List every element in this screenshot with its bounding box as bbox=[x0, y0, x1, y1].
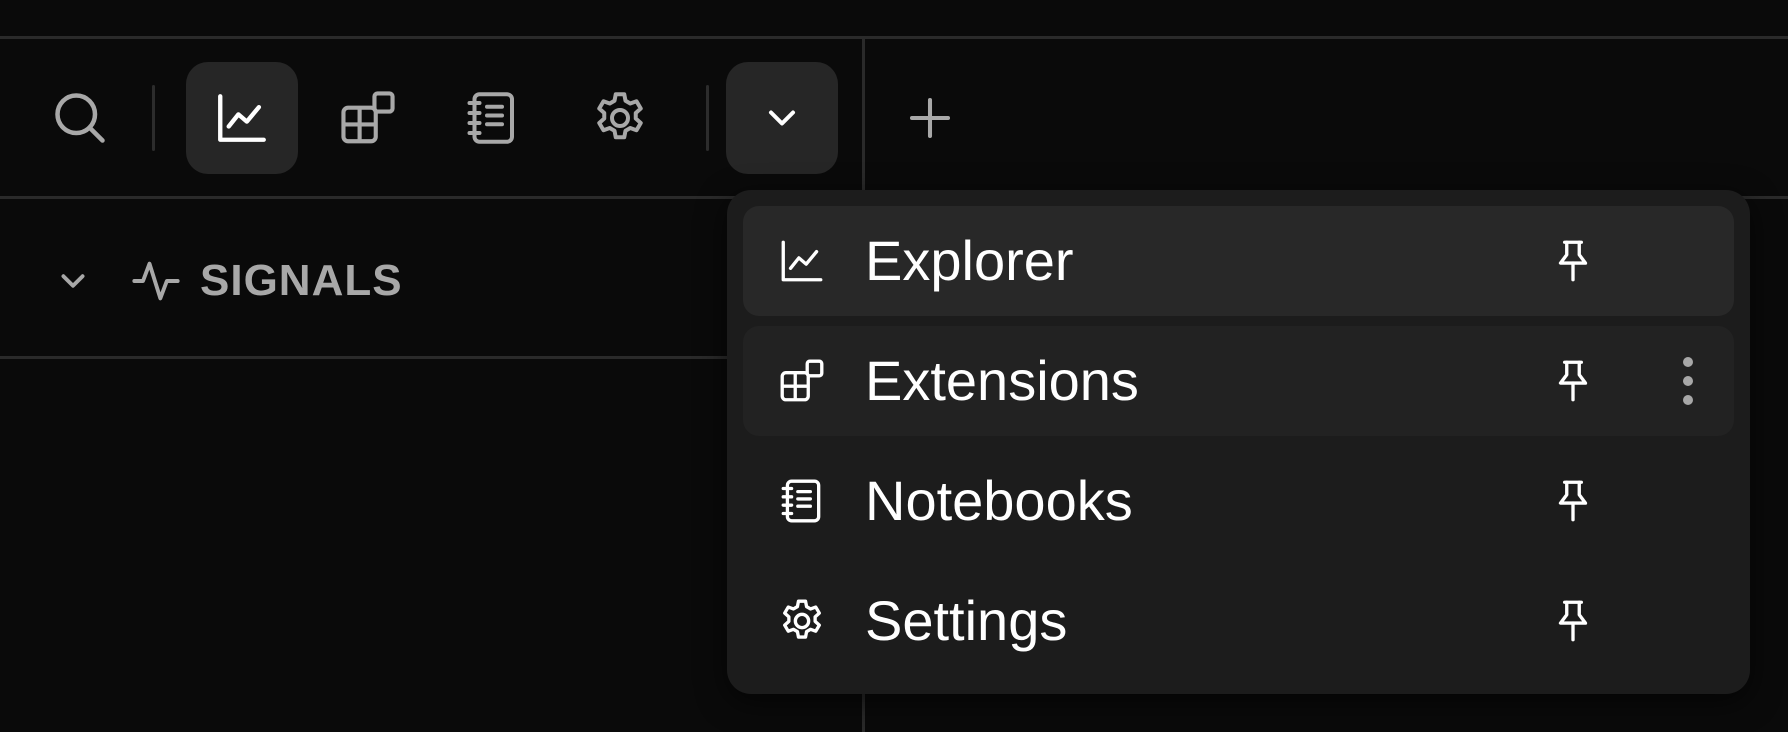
toolbar-separator bbox=[152, 85, 155, 151]
chevron-down-icon[interactable] bbox=[50, 258, 96, 304]
explorer-tab-button[interactable] bbox=[186, 62, 298, 174]
toolbar-separator bbox=[706, 85, 709, 151]
notebooks-tab-button[interactable] bbox=[436, 62, 548, 174]
activity-icon bbox=[130, 255, 182, 307]
menu-item-label: Notebooks bbox=[865, 469, 1133, 532]
menu-item-label: Extensions bbox=[865, 349, 1139, 412]
add-tab-button[interactable] bbox=[874, 62, 986, 174]
gear-icon bbox=[777, 596, 827, 646]
extensions-icon bbox=[337, 87, 399, 149]
top-divider bbox=[0, 36, 1788, 39]
search-icon bbox=[50, 88, 110, 148]
signals-section-header[interactable]: SIGNALS bbox=[50, 248, 403, 314]
notebook-icon bbox=[462, 88, 522, 148]
extensions-tab-button[interactable] bbox=[312, 62, 424, 174]
menu-item-extensions[interactable]: Extensions bbox=[743, 326, 1734, 436]
menu-item-settings[interactable]: Settings bbox=[743, 566, 1734, 676]
more-vertical-icon[interactable] bbox=[1673, 354, 1703, 408]
search-button[interactable] bbox=[24, 62, 136, 174]
menu-item-label: Settings bbox=[865, 589, 1068, 652]
menu-item-notebooks[interactable]: Notebooks bbox=[743, 446, 1734, 556]
pin-icon[interactable] bbox=[1548, 596, 1598, 646]
menu-item-label: Explorer bbox=[865, 229, 1074, 292]
more-tabs-dropdown-button[interactable] bbox=[726, 62, 838, 174]
pin-icon[interactable] bbox=[1548, 236, 1598, 286]
pin-icon[interactable] bbox=[1548, 476, 1598, 526]
pin-icon[interactable] bbox=[1548, 356, 1598, 406]
settings-tab-button[interactable] bbox=[564, 62, 676, 174]
tabs-dropdown-menu: Explorer Extensions Notebooks Settings bbox=[727, 190, 1750, 694]
menu-item-explorer[interactable]: Explorer bbox=[743, 206, 1734, 316]
app-window: SIGNALS Explorer Extensions Notebooks Se… bbox=[0, 0, 1788, 732]
chart-line-icon bbox=[213, 89, 271, 147]
section-bottom-divider bbox=[0, 356, 730, 359]
chevron-down-icon bbox=[760, 96, 804, 140]
chart-line-icon bbox=[777, 236, 827, 286]
gear-icon bbox=[590, 88, 650, 148]
section-title: SIGNALS bbox=[200, 256, 403, 305]
plus-icon bbox=[903, 91, 957, 145]
notebook-icon bbox=[777, 476, 827, 526]
extensions-icon bbox=[777, 356, 827, 406]
